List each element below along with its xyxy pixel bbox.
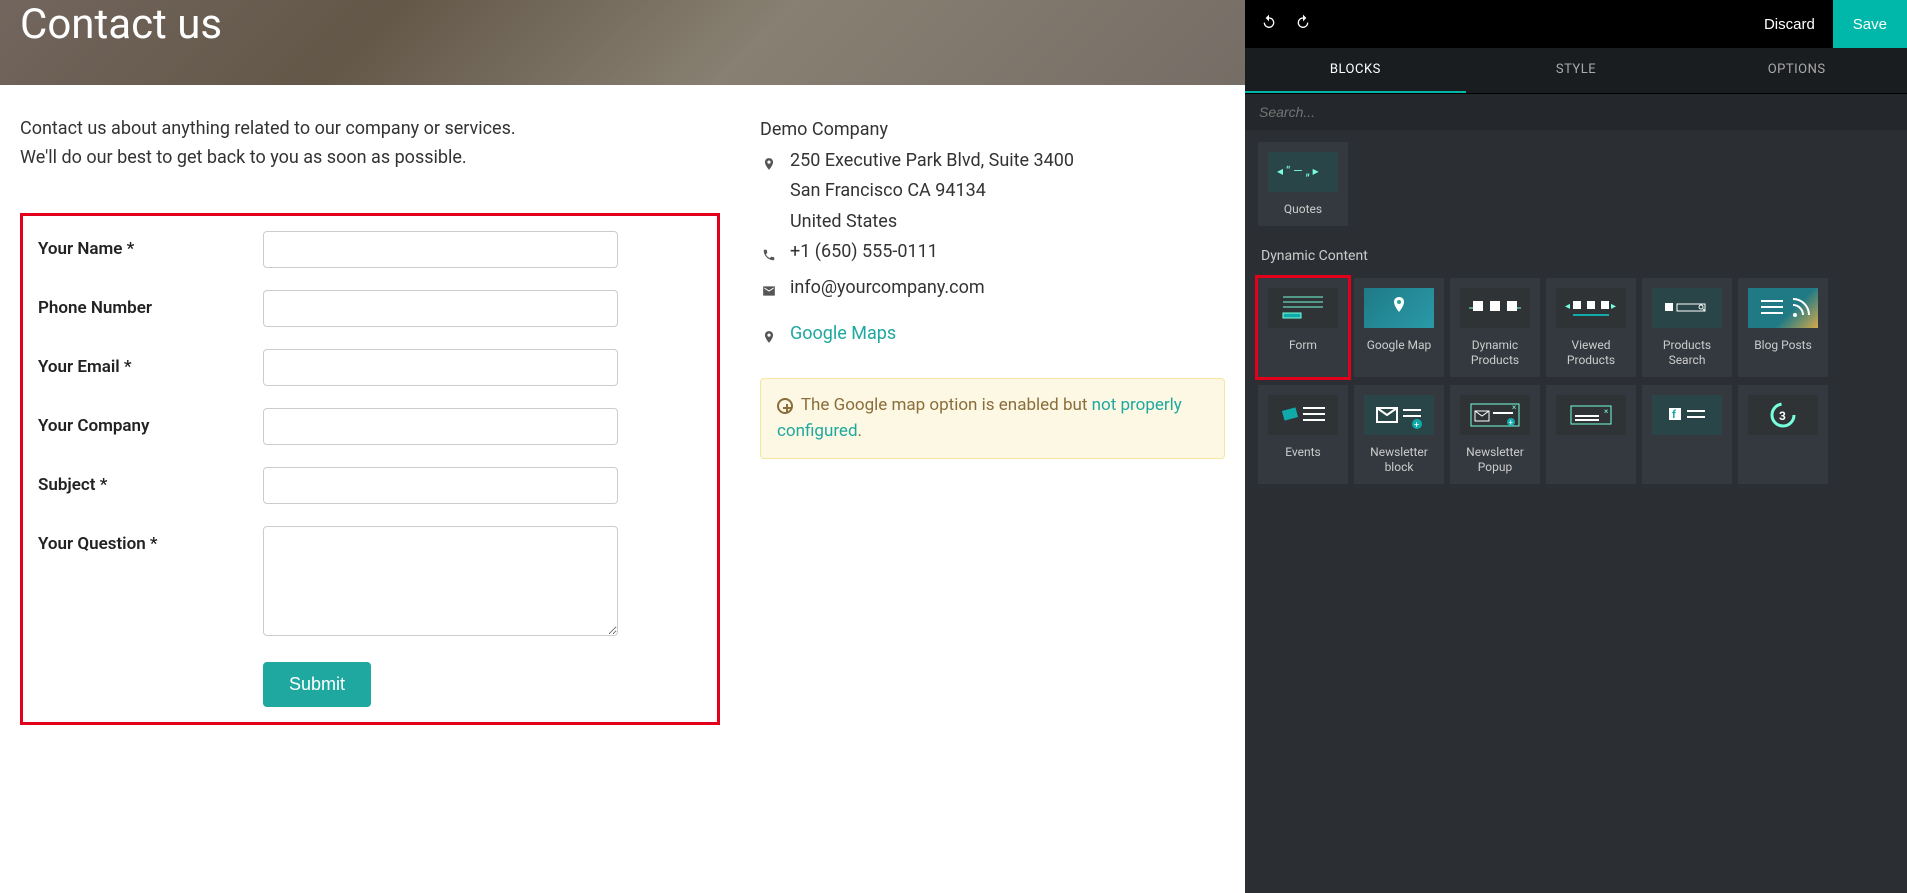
tab-style[interactable]: STYLE: [1466, 48, 1687, 93]
block-products-search[interactable]: Products Search: [1642, 278, 1732, 377]
rss-icon: [1748, 288, 1818, 328]
cubes-icon: [1460, 288, 1530, 328]
submit-button[interactable]: Submit: [263, 662, 371, 707]
input-phone-number[interactable]: [263, 290, 618, 327]
svg-text:f: f: [1672, 408, 1676, 421]
svg-text:▸: ▸: [1611, 301, 1616, 312]
block-extra-2[interactable]: f: [1642, 385, 1732, 484]
envelope-plus-icon: +: [1364, 395, 1434, 435]
block-extra-3[interactable]: 3: [1738, 385, 1828, 484]
contact-form-highlight: Your Name * Phone Number Your Email * Yo…: [20, 213, 720, 725]
input-your-name[interactable]: [263, 231, 618, 268]
quotes-icon: ◂ “ — „ ▸: [1268, 152, 1338, 192]
undo-button[interactable]: [1261, 14, 1277, 35]
input-your-email[interactable]: [263, 349, 618, 386]
card-close-icon: ×: [1556, 395, 1626, 435]
svg-text:+: +: [1414, 421, 1419, 431]
page-title: Contact us: [20, 0, 222, 49]
block-newsletter-popup[interactable]: ×+ Newsletter Popup: [1450, 385, 1540, 484]
input-subject[interactable]: [263, 467, 618, 504]
block-form[interactable]: Form: [1258, 278, 1348, 377]
map-marker-icon: [760, 146, 778, 182]
label-your-name: Your Name *: [38, 231, 263, 259]
svg-text:×: ×: [1512, 403, 1516, 412]
ticket-icon: [1268, 395, 1338, 435]
block-viewed-products[interactable]: ◂▸ Viewed Products: [1546, 278, 1636, 377]
save-button[interactable]: Save: [1833, 0, 1907, 48]
block-events[interactable]: Events: [1258, 385, 1348, 484]
map-icon: [1364, 288, 1434, 328]
label-your-company: Your Company: [38, 408, 263, 436]
intro-text: Contact us about anything related to our…: [20, 115, 720, 173]
redo-button[interactable]: [1295, 14, 1311, 35]
countdown-icon: 3: [1748, 395, 1818, 435]
phone-icon: [760, 237, 778, 273]
plus-circle-icon: [777, 398, 793, 414]
svg-text:3: 3: [1779, 409, 1786, 423]
label-your-email: Your Email *: [38, 349, 263, 377]
block-dynamic-products[interactable]: Dynamic Products: [1450, 278, 1540, 377]
svg-text:◂ “ — „ ▸: ◂ “ — „ ▸: [1277, 164, 1319, 178]
blocks-search-input[interactable]: [1245, 94, 1907, 130]
block-extra-1[interactable]: ×: [1546, 385, 1636, 484]
block-google-map[interactable]: Google Map: [1354, 278, 1444, 377]
input-your-question[interactable]: [263, 526, 618, 636]
input-your-company[interactable]: [263, 408, 618, 445]
blocks-panel[interactable]: ◂ “ — „ ▸ Quotes Dynamic Content Form Go…: [1245, 130, 1907, 893]
label-subject: Subject *: [38, 467, 263, 495]
map-config-alert: The Google map option is enabled but not…: [760, 378, 1225, 459]
hero-banner: Contact us: [0, 0, 1245, 85]
company-info: Demo Company 250 Executive Park Blvd, Su…: [760, 115, 1225, 354]
svg-text:×: ×: [1604, 407, 1608, 416]
svg-text:◂: ◂: [1565, 301, 1570, 312]
block-blog-posts[interactable]: Blog Posts: [1738, 278, 1828, 377]
search-bar-icon: [1652, 288, 1722, 328]
block-newsletter-block[interactable]: + Newsletter block: [1354, 385, 1444, 484]
form-icon: [1268, 288, 1338, 328]
tab-blocks[interactable]: BLOCKS: [1245, 48, 1466, 93]
block-quotes[interactable]: ◂ “ — „ ▸ Quotes: [1258, 142, 1348, 226]
label-your-question: Your Question *: [38, 526, 263, 554]
envelope-popup-icon: ×+: [1460, 395, 1530, 435]
main-canvas: Contact us Contact us about anything rel…: [0, 0, 1245, 893]
svg-text:+: +: [1509, 418, 1514, 427]
editor-sidebar: Discard Save BLOCKS STYLE OPTIONS ◂ “ — …: [1245, 0, 1907, 893]
label-phone-number: Phone Number: [38, 290, 263, 318]
facebook-icon: f: [1652, 395, 1722, 435]
tab-options[interactable]: OPTIONS: [1686, 48, 1907, 93]
map-marker-icon: [760, 319, 778, 355]
cubes-nav-icon: ◂▸: [1556, 288, 1626, 328]
envelope-icon: [760, 273, 778, 309]
discard-button[interactable]: Discard: [1746, 0, 1833, 48]
section-dynamic-content: Dynamic Content: [1255, 230, 1897, 274]
google-maps-link[interactable]: Google Maps: [790, 319, 896, 350]
company-name: Demo Company: [760, 115, 1225, 146]
